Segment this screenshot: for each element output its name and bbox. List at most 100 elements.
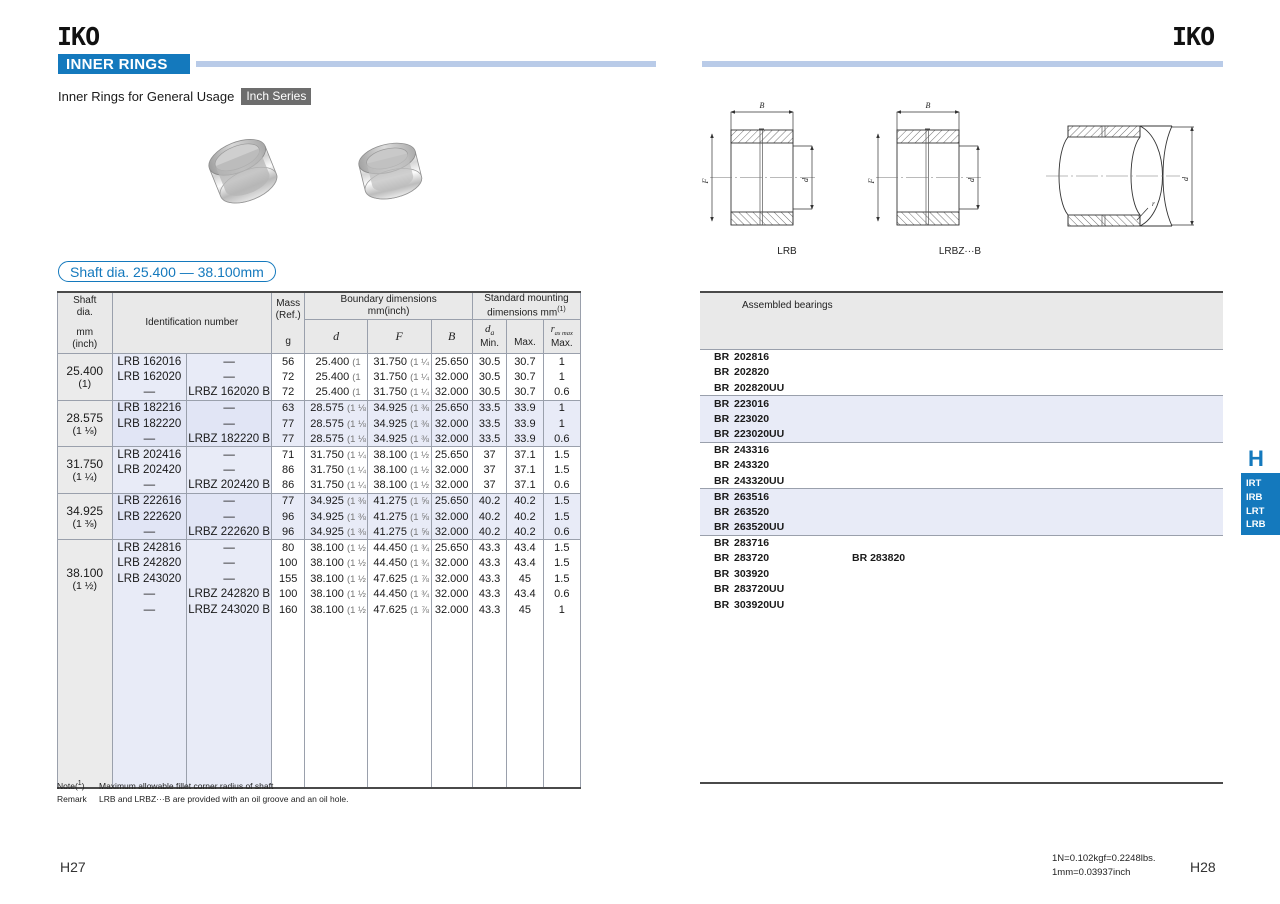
assembled-filler-row	[700, 690, 1223, 706]
cell-assembled-bearing: BR 283720 BR 283820	[700, 551, 1223, 567]
cell-mass: 72	[271, 369, 306, 385]
cell-empty	[111, 679, 188, 695]
cell-identification-number-lrbz: —	[186, 446, 273, 463]
cell-empty	[542, 694, 582, 711]
th-ras-max-label: Max.	[550, 337, 573, 349]
cell-empty	[186, 741, 273, 757]
cell-empty	[271, 725, 306, 742]
th-shaft-dia-label: Shaft dia.	[73, 294, 97, 319]
cell-empty	[506, 710, 544, 726]
table-row: 25.400 (1) LRB 162016—56 25.400 (1 31.750 (1…	[57, 353, 582, 401]
cell-identification-number-lrbz: LRBZ 202420 B	[186, 477, 273, 494]
cell-empty	[271, 741, 306, 757]
cell-empty	[542, 725, 582, 742]
cell-d: 28.575 (1 ⅛	[304, 431, 368, 447]
cell-da-min: 33.5	[471, 431, 508, 447]
cell-da-max: 43.4	[506, 555, 544, 571]
cell-empty	[304, 648, 368, 664]
cell-empty	[471, 772, 508, 789]
cell-assembled-bearing: BR 303920	[700, 566, 1223, 582]
cell-identification-number-lrbz: —	[186, 570, 273, 587]
note-line: Note(1) Maximum allowable fillet corner r…	[57, 779, 348, 793]
cell-da-min: 37	[471, 446, 508, 463]
cell-empty	[271, 756, 306, 773]
cell-empty	[271, 617, 306, 633]
bearing-prefix: BR	[714, 490, 730, 503]
table-filler-row	[57, 663, 582, 680]
assembled-filler-row	[700, 644, 1223, 660]
cell-empty	[506, 741, 544, 757]
bearing-number: 303920UU	[734, 598, 785, 611]
cell-empty	[57, 694, 113, 711]
cell-assembled-bearing: BR 223016	[700, 395, 1223, 411]
bearing-number: 243320	[734, 459, 770, 472]
bearing-number: 223020	[734, 412, 770, 425]
th-shaft-dia-units: mm (inch)	[72, 326, 98, 351]
cell-identification-number-lrb: LRB 202416	[111, 446, 188, 463]
table-row: — LRBZ 182220 B 77 28.575 (1 ⅛ 34.925 (1 ⅜ 32…	[58, 431, 582, 447]
cell-empty	[542, 617, 582, 633]
cell-empty	[542, 741, 582, 757]
cell-B: 32.000	[430, 369, 473, 385]
cell-d: 38.100 (1 ½	[304, 555, 368, 571]
side-index-tabs[interactable]: IRT IRB LRT LRB	[1241, 473, 1280, 535]
cell-d: 31.750 (1 ¼	[304, 477, 368, 494]
cell-empty	[186, 679, 273, 695]
cell-mass: 155	[271, 570, 306, 587]
subtitle-row: Inner Rings for General Usage Inch Serie…	[58, 88, 312, 105]
cell-B: 32.000	[430, 477, 473, 494]
cell-B: 25.650	[430, 446, 473, 463]
cell-F: 38.100 (1 ½	[366, 477, 432, 494]
side-tab-irb[interactable]: IRB	[1246, 491, 1280, 505]
assembled-bearing-row: BR 243320	[700, 458, 1223, 474]
table-filler-row	[57, 741, 582, 757]
cell-empty	[271, 710, 306, 726]
table-filler-row	[57, 632, 582, 649]
cell-ras-max: 0.6	[542, 431, 582, 447]
bearing-number: 223016	[734, 397, 770, 410]
cell-empty	[506, 648, 544, 664]
cell-da-max: 33.9	[506, 415, 544, 432]
cell-empty	[186, 694, 273, 711]
cell-B: 32.000	[430, 384, 473, 401]
cell-empty	[57, 756, 113, 773]
cell-empty	[542, 663, 582, 680]
table-row: — LRBZ 162020 B 72 25.400 (1 31.750 (1 ¼ 32.0…	[58, 384, 582, 401]
cell-B: 25.650	[430, 399, 473, 416]
cell-empty	[366, 741, 432, 757]
cell-empty	[700, 628, 1223, 644]
bearing-prefix: BR	[714, 537, 730, 549]
specification-table: Shaft dia. mm (inch) Identification number…	[57, 291, 582, 789]
cell-empty	[111, 741, 188, 757]
cell-da-max: 43.4	[506, 539, 544, 556]
assembled-bearing-row: BR 202820	[700, 365, 1223, 381]
cell-da-min: 43.3	[471, 601, 508, 618]
table-row: 28.575 (1 ⅛) LRB 182216—63 28.575 (1 ⅛ 34.92…	[57, 399, 582, 447]
cell-F: 41.275 (1 ⅝	[366, 492, 432, 509]
cell-da-min: 40.2	[471, 524, 508, 540]
cell-empty	[186, 710, 273, 726]
side-tab-irt[interactable]: IRT	[1246, 477, 1280, 491]
th-standard-mounting: Standard mounting dimensions mm(1)	[471, 291, 582, 321]
cell-empty	[542, 679, 582, 695]
cell-d: 38.100 (1 ½	[304, 539, 368, 556]
cell-empty	[430, 741, 473, 757]
cell-identification-number-lrbz: —	[186, 415, 273, 432]
cell-empty	[366, 756, 432, 773]
cell-d: 38.100 (1 ½	[304, 586, 368, 602]
assembled-bearing-row: BR 243320UU	[700, 473, 1223, 489]
cell-empty	[471, 741, 508, 757]
assembled-bearing-row: BR 223016	[700, 395, 1223, 411]
cell-empty	[366, 617, 432, 633]
cell-empty	[430, 710, 473, 726]
side-tab-lrt[interactable]: LRT	[1246, 505, 1280, 519]
side-tab-lrb[interactable]: LRB	[1246, 518, 1280, 532]
cell-shaft-dia: 28.575 (1 ⅛)	[57, 399, 113, 447]
cell-ras-max: 1	[542, 399, 582, 416]
cell-da-min: 37	[471, 477, 508, 494]
cell-empty	[111, 632, 188, 649]
bearing-prefix: BR	[714, 505, 730, 518]
cell-empty	[271, 679, 306, 695]
note-label: Note(1)	[57, 780, 85, 791]
cell-F: 44.450 (1 ¾	[366, 555, 432, 571]
